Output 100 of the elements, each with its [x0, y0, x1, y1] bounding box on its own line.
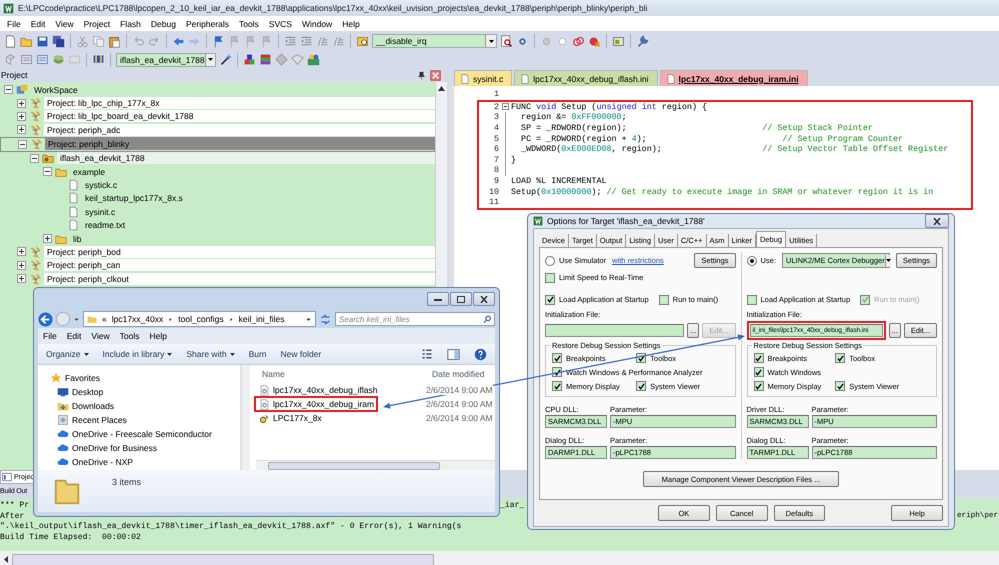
nav-item[interactable]: OneDrive for Business	[50, 442, 240, 453]
menu-item[interactable]: File	[2, 18, 26, 28]
minimize-button[interactable]	[427, 292, 449, 306]
collapse-icon[interactable]	[43, 167, 52, 176]
close-button[interactable]	[925, 214, 949, 228]
tree-item[interactable]: lib	[0, 232, 435, 246]
search-field[interactable]: Search keil_ini_files	[335, 312, 495, 326]
close-button[interactable]	[473, 292, 495, 306]
menu-item[interactable]: Debug	[146, 18, 181, 28]
layers-icon[interactable]	[259, 53, 272, 66]
expand-icon[interactable]	[17, 247, 26, 256]
nav-item[interactable]: Desktop	[50, 386, 240, 397]
list-entry[interactable]: lpc17xx_40xx_debug_iram	[256, 398, 376, 410]
components-icon[interactable]	[243, 53, 256, 66]
nav-item[interactable]: Favorites	[50, 372, 240, 383]
command-button[interactable]: New folder	[280, 349, 322, 359]
find-icon[interactable]	[500, 34, 513, 48]
scroll-up-icon[interactable]	[438, 86, 445, 91]
menu-item[interactable]: Window	[296, 18, 338, 28]
address-bar[interactable]: « lpc17xx_40xx tool_configs keil_ini_files	[83, 311, 316, 327]
new-file-icon[interactable]	[4, 34, 17, 48]
menu-item[interactable]: View	[50, 18, 79, 28]
pin-icon[interactable]	[417, 70, 426, 80]
menu-item[interactable]: Edit	[62, 331, 86, 341]
expand-icon[interactable]	[17, 274, 26, 284]
download-icon[interactable]	[92, 53, 105, 66]
kill-breakpoints-icon[interactable]	[588, 34, 601, 48]
tree-item[interactable]: Project: periph_blinky	[0, 136, 435, 152]
collapse-icon[interactable]	[18, 140, 27, 149]
list-entry[interactable]: lpc17xx_40xx_debug_iflash	[256, 384, 426, 396]
breakpoints-icon[interactable]	[572, 34, 585, 48]
bookmark-icon[interactable]	[212, 34, 225, 48]
tree-item[interactable]: systick.c	[0, 178, 435, 192]
scrollbar[interactable]	[256, 460, 495, 470]
tree-item[interactable]: readme.txt	[0, 218, 435, 232]
refresh-icon[interactable]	[319, 312, 332, 326]
menu-item[interactable]: SVCS	[264, 18, 297, 28]
tree-item[interactable]: WorkSpace	[0, 83, 435, 96]
view-options-icon[interactable]	[421, 348, 433, 360]
preview-pane-icon[interactable]	[447, 348, 460, 360]
scrollbar[interactable]	[241, 365, 250, 470]
menu-item[interactable]: Flash	[115, 18, 146, 28]
scrollbar[interactable]	[0, 551, 999, 565]
back-button-icon[interactable]	[38, 312, 53, 326]
collapse-icon[interactable]	[4, 85, 13, 94]
menu-item[interactable]: File	[38, 331, 62, 341]
expand-icon[interactable]	[17, 125, 26, 134]
menu-item[interactable]: Project	[78, 18, 116, 28]
menu-item[interactable]: Help	[337, 18, 365, 28]
nav-item[interactable]: Recent Places	[50, 414, 240, 425]
back-arrow-icon[interactable]	[172, 34, 185, 48]
find-in-files-icon[interactable]	[356, 34, 369, 48]
uncomment-icon[interactable]	[332, 34, 345, 48]
command-button[interactable]: Organize	[46, 349, 88, 359]
list-entry[interactable]: LPC177x_8x	[256, 412, 426, 424]
file-tab[interactable]: sysinit.c	[454, 70, 512, 86]
tree-item[interactable]: example	[0, 164, 435, 178]
close-icon[interactable]	[430, 70, 441, 80]
rebuild-icon[interactable]	[36, 53, 49, 66]
command-button[interactable]: Include in library	[102, 349, 172, 359]
dropdown-arrow-icon[interactable]	[73, 316, 80, 322]
menu-item[interactable]: Edit	[26, 18, 50, 28]
collapse-icon[interactable]	[30, 154, 39, 163]
menu-item[interactable]: Peripherals	[180, 18, 234, 28]
save-all-icon[interactable]	[52, 34, 65, 48]
indent-icon[interactable]	[284, 34, 297, 48]
save-icon[interactable]	[36, 34, 49, 48]
packs-icon[interactable]	[307, 53, 320, 66]
batch-build-icon[interactable]	[52, 53, 65, 66]
menu-item[interactable]: View	[86, 331, 115, 341]
column-header[interactable]: Name	[256, 369, 432, 379]
maximize-button[interactable]	[450, 292, 472, 306]
nav-item[interactable]: OneDrive - NXP	[50, 456, 240, 467]
expand-icon[interactable]	[17, 260, 26, 270]
file-tab[interactable]: lpc17xx_40xx_debug_iflash.ini	[514, 70, 658, 86]
menu-item[interactable]: Help	[144, 331, 172, 341]
help-icon[interactable]	[474, 348, 487, 360]
build-icon[interactable]	[20, 53, 33, 66]
expand-icon[interactable]	[17, 98, 26, 108]
function-combo[interactable]: __disable_irq	[372, 34, 497, 48]
expand-icon[interactable]	[17, 112, 26, 121]
command-button[interactable]: Share with	[186, 349, 235, 359]
collapse-icon[interactable]	[502, 103, 508, 110]
dropdown-arrow-icon[interactable]	[305, 316, 312, 322]
scroll-left-icon[interactable]	[4, 556, 8, 563]
menu-item[interactable]: Tools	[234, 18, 264, 28]
wrench-icon[interactable]	[636, 34, 649, 48]
comment-icon[interactable]	[316, 34, 329, 48]
expand-icon[interactable]	[43, 234, 52, 244]
unindent-icon[interactable]	[300, 34, 313, 48]
nav-item[interactable]: OneDrive - Freescale Semiconductor	[50, 428, 240, 439]
paste-icon[interactable]	[108, 34, 121, 48]
command-button[interactable]: Burn	[248, 349, 267, 359]
init-file-field[interactable]	[545, 324, 684, 336]
target-options-icon[interactable]	[219, 53, 232, 66]
target-combo[interactable]: iflash_ea_devkit_1788	[116, 52, 216, 66]
nav-item[interactable]: Downloads	[50, 400, 240, 411]
file-tab[interactable]: lpc17xx_40xx_debug_iram.ini	[660, 70, 808, 86]
menu-item[interactable]: Tools	[114, 331, 144, 341]
tree-item[interactable]: keil_startup_lpc177x_8x.s	[0, 192, 435, 206]
